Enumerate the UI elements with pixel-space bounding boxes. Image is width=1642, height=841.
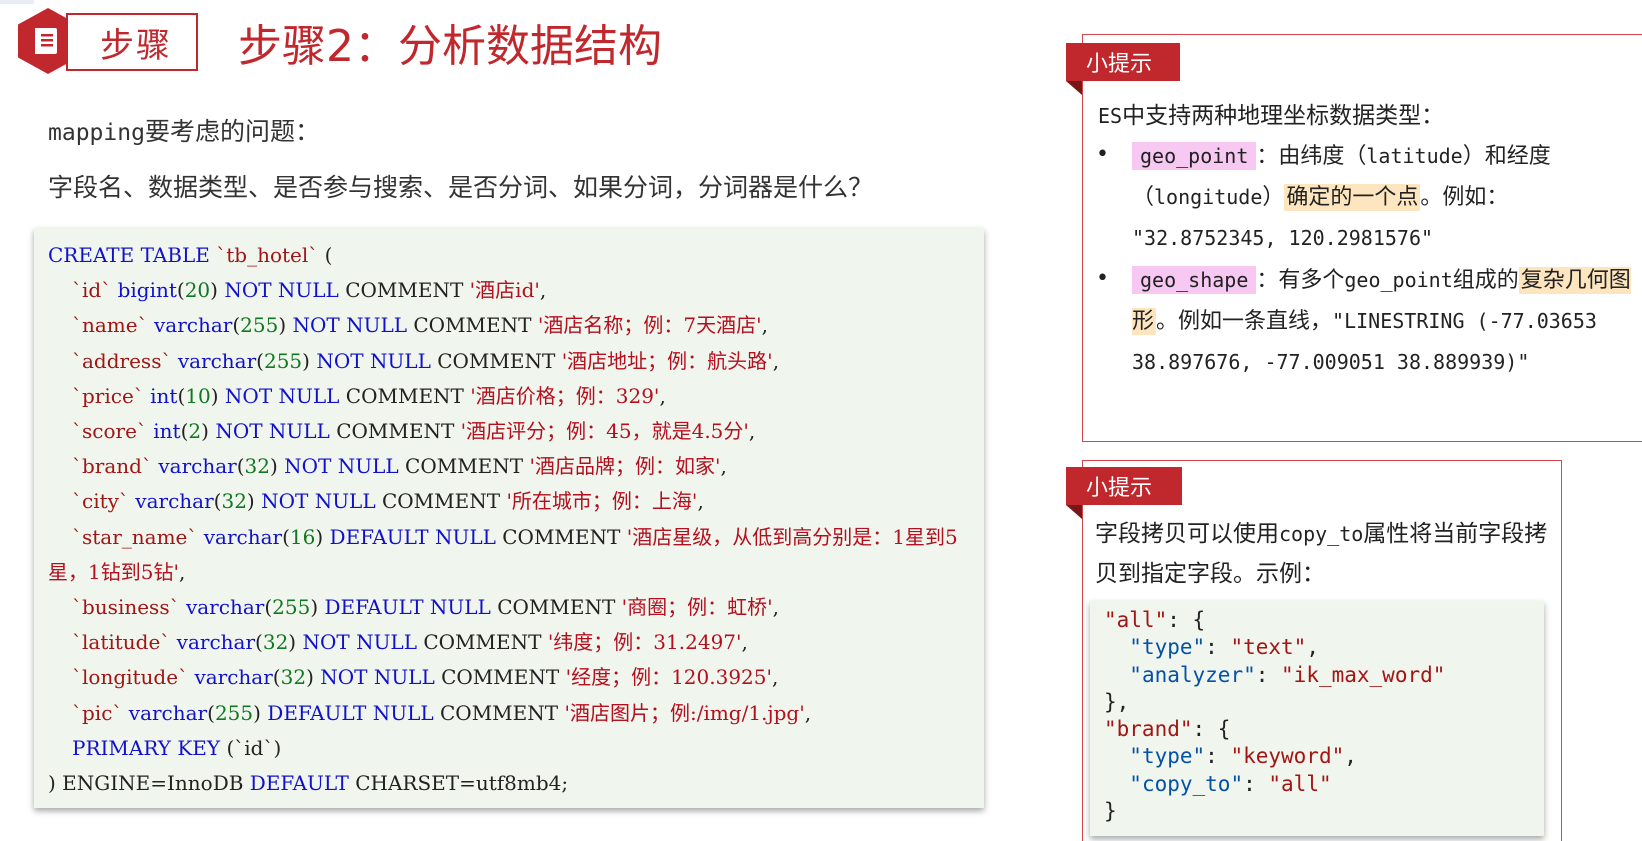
intro-line-1-text: 要考虑的问题：: [144, 117, 320, 146]
intro-line-2: 字段名、数据类型、是否参与搜索、是否分词、如果分词，分词器是什么？: [48, 173, 874, 202]
highlight-point: 确定的一个点: [1284, 184, 1421, 211]
sql-row: `price` int(10) NOT NULL COMMENT '酒店价格；例…: [72, 383, 666, 408]
mapping-term: mapping: [48, 120, 145, 146]
json-line: "analyzer": "ik_max_word": [1129, 662, 1446, 687]
sql-primary-key: PRIMARY KEY (`id`): [72, 735, 282, 760]
geo-shape-code: geo_shape: [1132, 266, 1257, 294]
tip-tag-copy-to: 小提示: [1066, 467, 1182, 505]
page-title: 步骤2：分析数据结构: [238, 21, 662, 72]
sql-row: `latitude` varchar(32) NOT NULL COMMENT …: [72, 630, 748, 655]
sql-row: `star_name` varchar(16) DEFAULT NULL COM…: [72, 524, 958, 549]
sql-paren: (: [318, 243, 333, 267]
bullet-dot: •: [1096, 266, 1109, 291]
tip-geo-heading: ES中支持两种地理坐标数据类型：: [1098, 96, 1444, 130]
document-icon: [35, 28, 57, 54]
sql-row: `id` bigint(20) NOT NULL COMMENT '酒店id',: [72, 278, 547, 303]
tip-copy-to-text: 字段拷贝可以使用copy_to属性将当前字段拷贝到指定字段。示例：: [1095, 521, 1548, 587]
bullet-geo-point-text: geo_point ：由纬度（latitude）和经度（longitude）确定的…: [1132, 142, 1551, 250]
sql-row-continuation: 星，1钻到5钻',: [48, 559, 186, 584]
json-line: "brand": {: [1104, 717, 1231, 742]
json-line: "type": "keyword",: [1129, 744, 1357, 769]
sql-table-name: `tb_hotel`: [216, 243, 319, 267]
sql-row: `pic` varchar(255) DEFAULT NULL COMMENT …: [72, 700, 812, 725]
corner-mark: [0, 0, 34, 4]
geo-point-example: "32.8752345, 120.2981576": [1132, 226, 1434, 250]
json-line: }: [1104, 799, 1117, 824]
json-line: },: [1104, 689, 1130, 714]
step-badge: 步骤: [66, 13, 198, 71]
bullet-geo-shape-text: geo_shape ：有多个geo_point组成的复杂几何图形。例如一条直线，"…: [1132, 266, 1631, 374]
intro-line-1: mapping要考虑的问题：: [48, 112, 320, 148]
json-line: "all": {: [1104, 608, 1206, 632]
bullet-dot: •: [1096, 142, 1109, 167]
json-line: "copy_to": "all": [1129, 771, 1332, 796]
json-code-block: "all": { "type": "text", "analyzer": "ik…: [1090, 601, 1544, 836]
tip-geo-heading-text: 中支持两种地理坐标数据类型：: [1122, 103, 1445, 129]
json-line: "type": "text",: [1129, 635, 1319, 660]
es-term: ES: [1098, 104, 1123, 128]
sql-end-line: ) ENGINE=InnoDB DEFAULT CHARSET=utf8mb4;: [48, 771, 569, 796]
sql-row: `longitude` varchar(32) NOT NULL COMMENT…: [72, 665, 779, 690]
tip-tag-fold: [1066, 81, 1082, 95]
tip-tag-fold: [1066, 505, 1082, 519]
geo-point-code: geo_point: [1132, 142, 1257, 170]
sql-row: `business` varchar(255) DEFAULT NULL COM…: [72, 595, 780, 620]
sql-create-line: CREATE TABLE `tb_hotel` (: [48, 238, 970, 273]
sql-row: `city` varchar(32) NOT NULL COMMENT '所在城…: [72, 489, 704, 514]
step-badge-label: 步骤: [100, 25, 172, 66]
sql-keyword: CREATE TABLE: [48, 243, 210, 267]
sql-code-block: CREATE TABLE `tb_hotel` ( `id` bigint(20…: [34, 228, 984, 808]
sql-row: `score` int(2) NOT NULL COMMENT '酒店评分；例：…: [72, 419, 756, 444]
sql-row: `brand` varchar(32) NOT NULL COMMENT '酒店…: [72, 454, 727, 479]
sql-row: `address` varchar(255) NOT NULL COMMENT …: [72, 348, 780, 373]
copy-to-term: copy_to: [1279, 522, 1364, 546]
tip-tag-geo: 小提示: [1066, 43, 1180, 81]
sql-row: `name` varchar(255) NOT NULL COMMENT '酒店…: [72, 313, 768, 338]
